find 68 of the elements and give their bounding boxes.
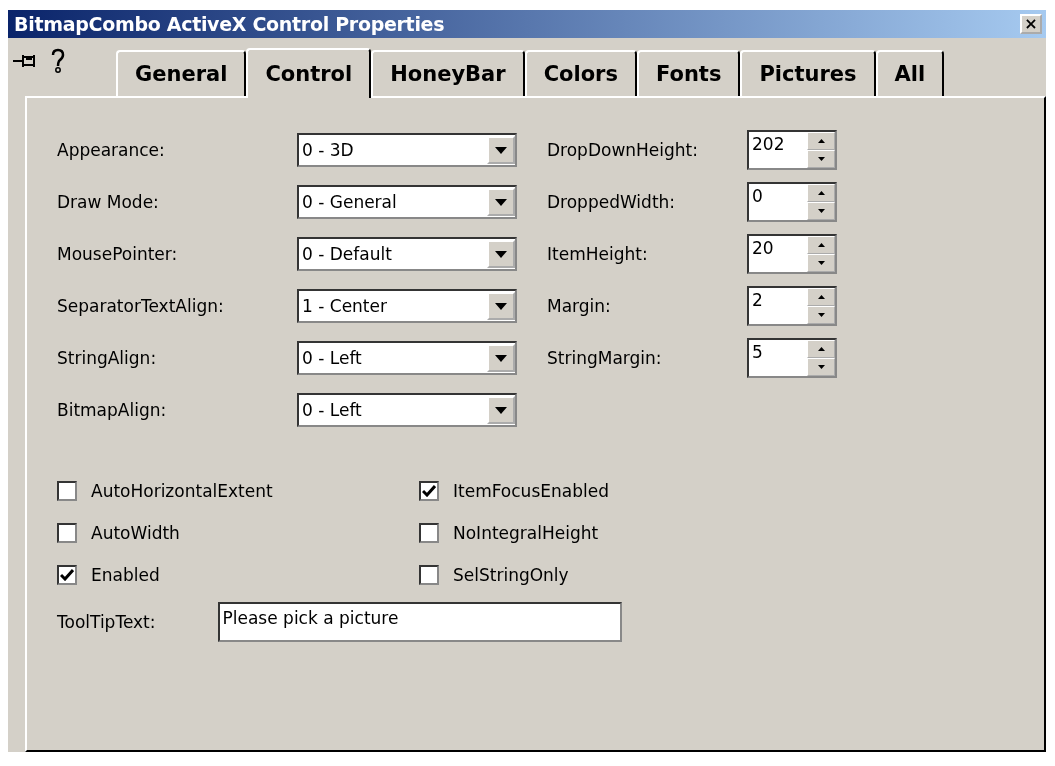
window-title: BitmapCombo ActiveX Control Properties: [14, 13, 445, 35]
up-triangle-icon: [817, 295, 825, 299]
field-label: DropDownHeight:: [547, 140, 699, 160]
close-button[interactable]: ×: [1020, 14, 1042, 34]
spin-box[interactable]: 5: [747, 338, 837, 378]
dropdown[interactable]: 0 - Default: [297, 237, 517, 271]
field-label: StringAlign:: [57, 348, 158, 368]
down-triangle-icon: [817, 365, 825, 369]
tab[interactable]: Pictures: [740, 50, 876, 96]
tab[interactable]: Control: [246, 48, 372, 98]
down-triangle-icon: [817, 261, 825, 265]
tooltip-text-field[interactable]: Please pick a picture: [217, 602, 622, 642]
dropdown[interactable]: 0 - Left: [297, 341, 517, 375]
dropdown[interactable]: 0 - 3D: [297, 133, 517, 167]
checkbox-label: Enabled: [91, 565, 160, 585]
spin-box[interactable]: 0: [747, 182, 837, 222]
field-label: Appearance:: [57, 140, 166, 160]
up-triangle-icon: [817, 139, 825, 143]
spin-box[interactable]: 20: [747, 234, 837, 274]
spin-up-button[interactable]: [807, 236, 835, 254]
spin-down-button[interactable]: [807, 306, 835, 324]
field-label: SeparatorTextAlign:: [57, 296, 225, 316]
spin-box[interactable]: 2: [747, 286, 837, 326]
field-label: MousePointer:: [57, 244, 179, 264]
spin-down-button[interactable]: [807, 150, 835, 168]
field-label: BitmapAlign:: [57, 400, 168, 420]
checkbox[interactable]: [419, 565, 439, 585]
checkbox[interactable]: [57, 481, 77, 501]
dropdown[interactable]: 1 - Center: [297, 289, 517, 323]
spin-down-button[interactable]: [807, 358, 835, 376]
dropdown[interactable]: 0 - Left: [297, 393, 517, 427]
spin-up-button[interactable]: [807, 184, 835, 202]
checkbox[interactable]: [57, 565, 77, 585]
help-icon[interactable]: [50, 48, 66, 74]
checkmark-icon: [422, 485, 436, 497]
up-triangle-icon: [817, 243, 825, 247]
field-label: Draw Mode:: [57, 192, 160, 212]
down-triangle-icon: [817, 209, 825, 213]
spin-down-button[interactable]: [807, 202, 835, 220]
checkbox[interactable]: [57, 523, 77, 543]
spin-up-button[interactable]: [807, 288, 835, 306]
spin-down-button[interactable]: [807, 254, 835, 272]
spin-up-button[interactable]: [807, 132, 835, 150]
checkbox-label: AutoHorizontalExtent: [91, 481, 273, 501]
field-label: Margin:: [547, 296, 612, 316]
down-triangle-icon: [817, 157, 825, 161]
down-triangle-icon: [817, 313, 825, 317]
checkbox[interactable]: [419, 523, 439, 543]
field-label: ItemHeight:: [547, 244, 649, 264]
tab[interactable]: Fonts: [636, 50, 741, 96]
dropdown[interactable]: 0 - General: [297, 185, 517, 219]
checkbox-label: AutoWidth: [91, 523, 180, 543]
tab[interactable]: Colors: [524, 50, 637, 96]
field-label: DroppedWidth:: [547, 192, 677, 212]
spin-box[interactable]: 202: [747, 130, 837, 170]
checkbox-label: SelStringOnly: [453, 565, 569, 585]
tab[interactable]: All: [875, 50, 945, 96]
field-label: StringMargin:: [547, 348, 663, 368]
checkmark-icon: [60, 569, 74, 581]
tab[interactable]: General: [116, 50, 247, 96]
tab[interactable]: HoneyBar: [371, 50, 525, 96]
up-triangle-icon: [817, 191, 825, 195]
checkbox-label: ItemFocusEnabled: [453, 481, 609, 501]
spin-up-button[interactable]: [807, 340, 835, 358]
field-label: ToolTipText:: [57, 612, 156, 632]
up-triangle-icon: [817, 347, 825, 351]
checkbox[interactable]: [419, 481, 439, 501]
checkbox-label: NoIntegralHeight: [453, 523, 599, 543]
